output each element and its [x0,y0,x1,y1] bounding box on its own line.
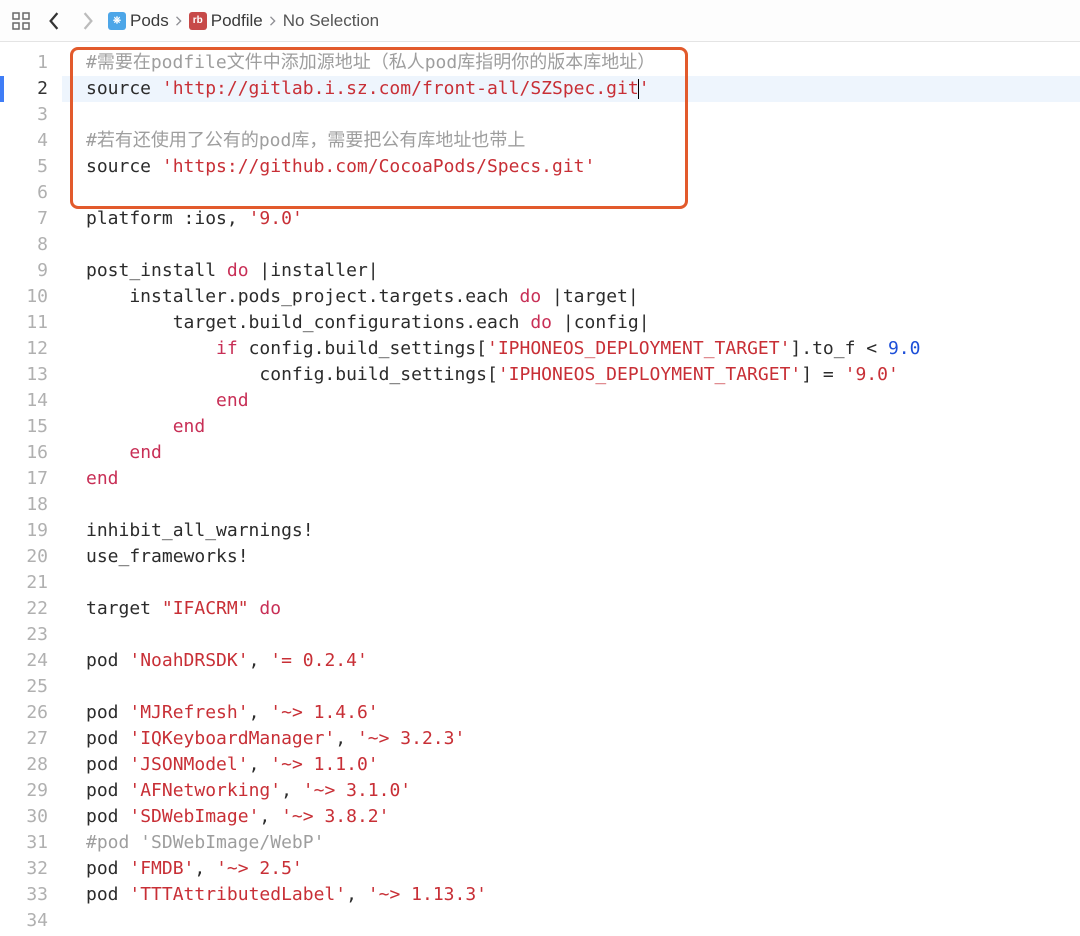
line-number: 18 [0,492,62,518]
line-number: 13 [0,362,62,388]
breadcrumb-bar: ⎈ Pods rb Podfile No Selection [0,0,1080,42]
line-number: 8 [0,232,62,258]
code-line[interactable] [86,492,1080,518]
code-line[interactable]: config.build_settings['IPHONEOS_DEPLOYME… [86,362,1080,388]
breadcrumb-selection[interactable]: No Selection [283,11,379,31]
code-line[interactable]: source 'http://gitlab.i.sz.com/front-all… [62,76,1080,102]
code-line[interactable] [86,232,1080,258]
line-number: 30 [0,804,62,830]
code-line[interactable]: source 'https://github.com/CocoaPods/Spe… [86,154,1080,180]
breadcrumb-item-podfile[interactable]: rb Podfile [189,11,263,31]
code-line[interactable]: end [86,414,1080,440]
code-line[interactable]: pod 'NoahDRSDK', '= 0.2.4' [86,648,1080,674]
code-editor[interactable]: 1 2 3 4 5 6 7 8 9 10 11 12 13 14 15 16 1… [0,42,1080,936]
pods-file-icon: ⎈ [108,12,126,30]
line-number: 7 [0,206,62,232]
ruby-file-icon: rb [189,12,207,30]
code-line[interactable]: target.build_configurations.each do |con… [86,310,1080,336]
code-line[interactable] [86,102,1080,128]
line-number: 17 [0,466,62,492]
code-line[interactable]: end [86,466,1080,492]
line-number: 9 [0,258,62,284]
line-number: 26 [0,700,62,726]
breadcrumb-item-pods[interactable]: ⎈ Pods [108,11,169,31]
line-number: 4 [0,128,62,154]
chevron-right-icon [175,11,183,31]
code-line[interactable]: platform :ios, '9.0' [86,206,1080,232]
line-number: 12 [0,336,62,362]
code-line[interactable]: #需要在podfile文件中添加源地址（私人pod库指明你的版本库地址） [86,50,1080,76]
code-line[interactable]: pod 'MJRefresh', '~> 1.4.6' [86,700,1080,726]
nav-forward-icon [74,8,102,34]
line-number: 6 [0,180,62,206]
line-number: 22 [0,596,62,622]
line-number: 25 [0,674,62,700]
code-line[interactable]: pod 'AFNetworking', '~> 3.1.0' [86,778,1080,804]
line-number: 21 [0,570,62,596]
code-line[interactable] [86,674,1080,700]
line-number: 20 [0,544,62,570]
code-line[interactable]: #pod 'SDWebImage/WebP' [86,830,1080,856]
code-line[interactable]: pod 'SDWebImage', '~> 3.8.2' [86,804,1080,830]
code-line[interactable] [86,908,1080,934]
code-line[interactable]: end [86,440,1080,466]
code-line[interactable]: post_install do |installer| [86,258,1080,284]
line-number: 28 [0,752,62,778]
related-items-icon[interactable] [8,8,34,34]
line-number: 11 [0,310,62,336]
code-line[interactable]: pod 'TTTAttributedLabel', '~> 1.13.3' [86,882,1080,908]
breadcrumb-label: Pods [130,11,169,31]
line-number: 3 [0,102,62,128]
line-number: 34 [0,908,62,934]
code-line[interactable] [86,622,1080,648]
line-number: 31 [0,830,62,856]
code-line[interactable]: target "IFACRM" do [86,596,1080,622]
code-line[interactable]: if config.build_settings['IPHONEOS_DEPLO… [86,336,1080,362]
line-number: 15 [0,414,62,440]
nav-back-icon[interactable] [40,8,68,34]
line-number: 16 [0,440,62,466]
line-number: 5 [0,154,62,180]
code-line[interactable]: end [86,388,1080,414]
code-line[interactable]: pod 'JSONModel', '~> 1.1.0' [86,752,1080,778]
line-number: 32 [0,856,62,882]
code-line[interactable]: pod 'IQKeyboardManager', '~> 3.2.3' [86,726,1080,752]
line-number: 10 [0,284,62,310]
line-number: 29 [0,778,62,804]
code-line[interactable]: installer.pods_project.targets.each do |… [86,284,1080,310]
line-number: 1 [0,50,62,76]
chevron-right-icon [269,11,277,31]
line-number-gutter: 1 2 3 4 5 6 7 8 9 10 11 12 13 14 15 16 1… [0,42,62,936]
code-line[interactable] [86,180,1080,206]
line-number: 2 [0,76,62,102]
line-number: 33 [0,882,62,908]
code-content[interactable]: #需要在podfile文件中添加源地址（私人pod库指明你的版本库地址） sou… [62,42,1080,936]
code-line[interactable]: pod 'FMDB', '~> 2.5' [86,856,1080,882]
line-number: 23 [0,622,62,648]
line-number: 19 [0,518,62,544]
line-number: 24 [0,648,62,674]
code-line[interactable]: #若有还使用了公有的pod库，需要把公有库地址也带上 [86,128,1080,154]
line-number: 14 [0,388,62,414]
code-line[interactable]: use_frameworks! [86,544,1080,570]
code-line[interactable]: inhibit_all_warnings! [86,518,1080,544]
line-number: 27 [0,726,62,752]
code-line[interactable] [86,570,1080,596]
breadcrumb-label: Podfile [211,11,263,31]
